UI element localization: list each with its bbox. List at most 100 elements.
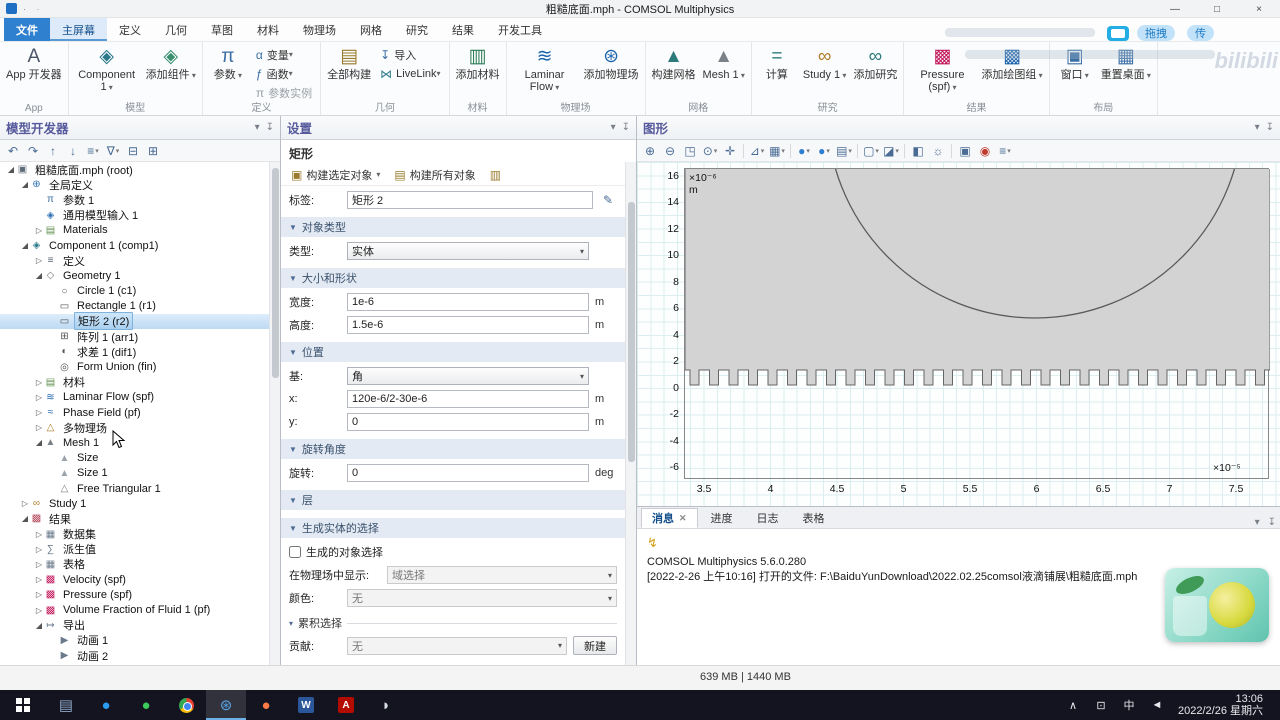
tab-study[interactable]: 研究	[394, 18, 440, 41]
tree-node[interactable]: ◢ ▩ 结果	[0, 511, 269, 526]
nav-forward-icon[interactable]: ↷	[24, 142, 42, 160]
tree-node[interactable]: ▷ ▦ 表格	[0, 557, 269, 572]
tray-volume-icon[interactable]: ◄	[1144, 690, 1170, 720]
tray-monitor-icon[interactable]: ⊡	[1088, 690, 1114, 720]
tree-expand-icon[interactable]: ▷	[34, 530, 44, 539]
taskbar-app-honeycam[interactable]: ●	[246, 690, 286, 720]
ribbon-button-添加物理场[interactable]: ⊛ 添加物理场	[581, 43, 642, 102]
plot-settings-icon[interactable]: ≡ ▾	[996, 142, 1014, 160]
section-layers[interactable]: ▼ 层	[281, 490, 625, 510]
tree-node[interactable]: ◢ ▣ 粗糙底面.mph (root)	[0, 162, 269, 177]
tree-node[interactable]: ▷ △ 多物理场	[0, 420, 269, 435]
image-snapshot-icon[interactable]: ▣	[956, 142, 974, 160]
tree-node[interactable]: ○ Circle 1 (c1)	[0, 284, 269, 299]
panel-menu-icon[interactable]: ▾	[1255, 122, 1260, 133]
width-input[interactable]	[347, 293, 589, 311]
label-edit-icon[interactable]: ✎	[599, 191, 617, 209]
tab-home[interactable]: 主屏幕	[50, 18, 107, 41]
ribbon-button-添加组件[interactable]: ◈ 添加组件 ▾	[143, 43, 199, 102]
ribbon-button-函数[interactable]: ƒ 函数 ▾	[251, 65, 317, 82]
tree-expand-icon[interactable]: ▷	[20, 499, 30, 508]
minimize-button[interactable]: —	[1154, 0, 1196, 18]
tree-expand-icon[interactable]: ▷	[34, 575, 44, 584]
settings-scrollbar[interactable]	[625, 162, 636, 665]
panel-pin-icon[interactable]: ↧	[266, 122, 274, 133]
color-select[interactable]: 无 ▾	[347, 589, 617, 607]
tree-node[interactable]: ▷ ▦ 数据集	[0, 527, 269, 542]
filter-icon[interactable]: ∇ ▾	[104, 142, 122, 160]
tree-node[interactable]: ▶ 动画 1	[0, 633, 269, 648]
tree-node[interactable]: ◎ Form Union (fin)	[0, 359, 269, 374]
record-icon[interactable]: ◉	[976, 142, 994, 160]
ribbon-button-Component 1[interactable]: ◈ Component 1 ▾	[72, 43, 142, 102]
ribbon-button-Laminar Flow[interactable]: ≋ Laminar Flow ▾	[510, 43, 580, 102]
taskbar-app-wechat[interactable]: ●	[126, 690, 166, 720]
nav-back-icon[interactable]: ↶	[4, 142, 22, 160]
new-selection-button[interactable]: 新建	[573, 636, 617, 655]
tab-sketch[interactable]: 草图	[199, 18, 245, 41]
messages-tab-表格[interactable]: 表格	[792, 508, 836, 528]
section-position[interactable]: ▼ 位置	[281, 342, 625, 362]
tree-expand-icon[interactable]: ▷	[34, 545, 44, 554]
tree-node[interactable]: ▷ ▤ 材料	[0, 375, 269, 390]
section-rotation[interactable]: ▼ 旋转角度	[281, 439, 625, 459]
tab-developer[interactable]: 开发工具	[486, 18, 554, 41]
tree-node[interactable]: ▷ ▩ Pressure (spf)	[0, 587, 269, 602]
axes-icon[interactable]: ⊿ ▾	[748, 142, 766, 160]
section-object-type[interactable]: ▼ 对象类型	[281, 217, 625, 237]
ribbon-button-计算[interactable]: = 计算	[755, 43, 799, 102]
tree-expand-icon[interactable]: ▷	[34, 226, 44, 235]
ribbon-button-Mesh 1[interactable]: ▲ Mesh 1 ▾	[700, 43, 748, 102]
material-color-icon[interactable]: ● ▾	[815, 142, 833, 160]
x-input[interactable]	[347, 390, 589, 408]
ribbon-button-添加研究[interactable]: ∞ 添加研究	[850, 43, 900, 102]
messages-tab-日志[interactable]: 日志	[746, 508, 790, 528]
tree-expand-icon[interactable]: ◢	[20, 180, 30, 189]
tree-node[interactable]: ◈ 通用模型输入 1	[0, 208, 269, 223]
tree-expand-icon[interactable]: ▷	[34, 378, 44, 387]
show-in-physics-select[interactable]: 域选择 ▾	[387, 566, 617, 584]
height-input[interactable]	[347, 316, 589, 334]
tree-expand-icon[interactable]: ◢	[34, 271, 44, 280]
taskbar-app-baidu-netdisk[interactable]: ●	[86, 690, 126, 720]
build-preceding-button[interactable]: ▥	[486, 167, 505, 183]
panel-menu-icon[interactable]: ▾	[1255, 517, 1260, 528]
lighting-icon[interactable]: ☼	[929, 142, 947, 160]
messages-tab-进度[interactable]: 进度	[700, 508, 744, 528]
taskbar-app-explorer[interactable]: ▤	[46, 690, 86, 720]
tree-node[interactable]: ▷ ▩ Volume Fraction of Fluid 1 (pf)	[0, 602, 269, 617]
messages-tab-消息[interactable]: 消息 ✕	[641, 508, 698, 528]
tree-node[interactable]: ▷ ∑ 派生值	[0, 542, 269, 557]
tree-node[interactable]: ▷ ≋ Laminar Flow (spf)	[0, 390, 269, 405]
ribbon-button-窗口[interactable]: ▣ 窗口 ▾	[1053, 43, 1097, 102]
ribbon-button-变量[interactable]: α 变量 ▾	[251, 46, 317, 63]
tree-node[interactable]: ▶ 动画 2	[0, 648, 269, 663]
taskbar-clock[interactable]: 13:06 2022/2/26 星期六	[1172, 693, 1273, 717]
build-selected-button[interactable]: ▣ 构建选定对象 ▾	[287, 166, 384, 184]
object-type-select[interactable]: 实体 ▾	[347, 242, 589, 260]
taskbar-app-acrobat[interactable]: A	[326, 690, 366, 720]
graphics-canvas[interactable]: ×10⁻⁶ m ×10⁻⁵ 16 14 12 10 8 6 4 2 0 -2 -4 -6 3.5 4 4.5…	[637, 162, 1280, 506]
build-all-button[interactable]: ▤ 构建所有对象	[390, 166, 479, 184]
ribbon-button-添加绘图组[interactable]: ▩ 添加绘图组 ▾	[978, 43, 1045, 102]
tree-expand-icon[interactable]: ▷	[34, 256, 44, 265]
taskbar-app-comsol[interactable]: ⊛	[206, 690, 246, 720]
collapse-all-icon[interactable]: ⊟	[124, 142, 142, 160]
tab-definitions[interactable]: 定义	[107, 18, 153, 41]
tree-node[interactable]: ◢ ◈ Component 1 (comp1)	[0, 238, 269, 253]
expand-all-icon[interactable]: ⊞	[144, 142, 162, 160]
panel-pin-icon[interactable]: ↧	[1268, 517, 1276, 528]
tree-node[interactable]: ▷ ≡ 定义	[0, 253, 269, 268]
zoom-selected-icon[interactable]: ⊙ ▾	[701, 142, 719, 160]
tree-expand-icon[interactable]: ▷	[34, 560, 44, 569]
ribbon-button-重置桌面[interactable]: ▦ 重置桌面 ▾	[1098, 43, 1154, 102]
tree-node[interactable]: ⊞ 阵列 1 (arr1)	[0, 329, 269, 344]
tree-expand-icon[interactable]: ◢	[6, 165, 16, 174]
move-down-icon[interactable]: ↓	[64, 142, 82, 160]
start-button[interactable]	[0, 690, 46, 720]
panel-menu-icon[interactable]: ▾	[255, 122, 260, 133]
taskbar-app-word[interactable]: W	[286, 690, 326, 720]
zoom-out-icon[interactable]: ⊖	[661, 142, 679, 160]
pan-icon[interactable]: ✛	[721, 142, 739, 160]
tree-node[interactable]: ▷ ∞ Study 1	[0, 496, 269, 511]
